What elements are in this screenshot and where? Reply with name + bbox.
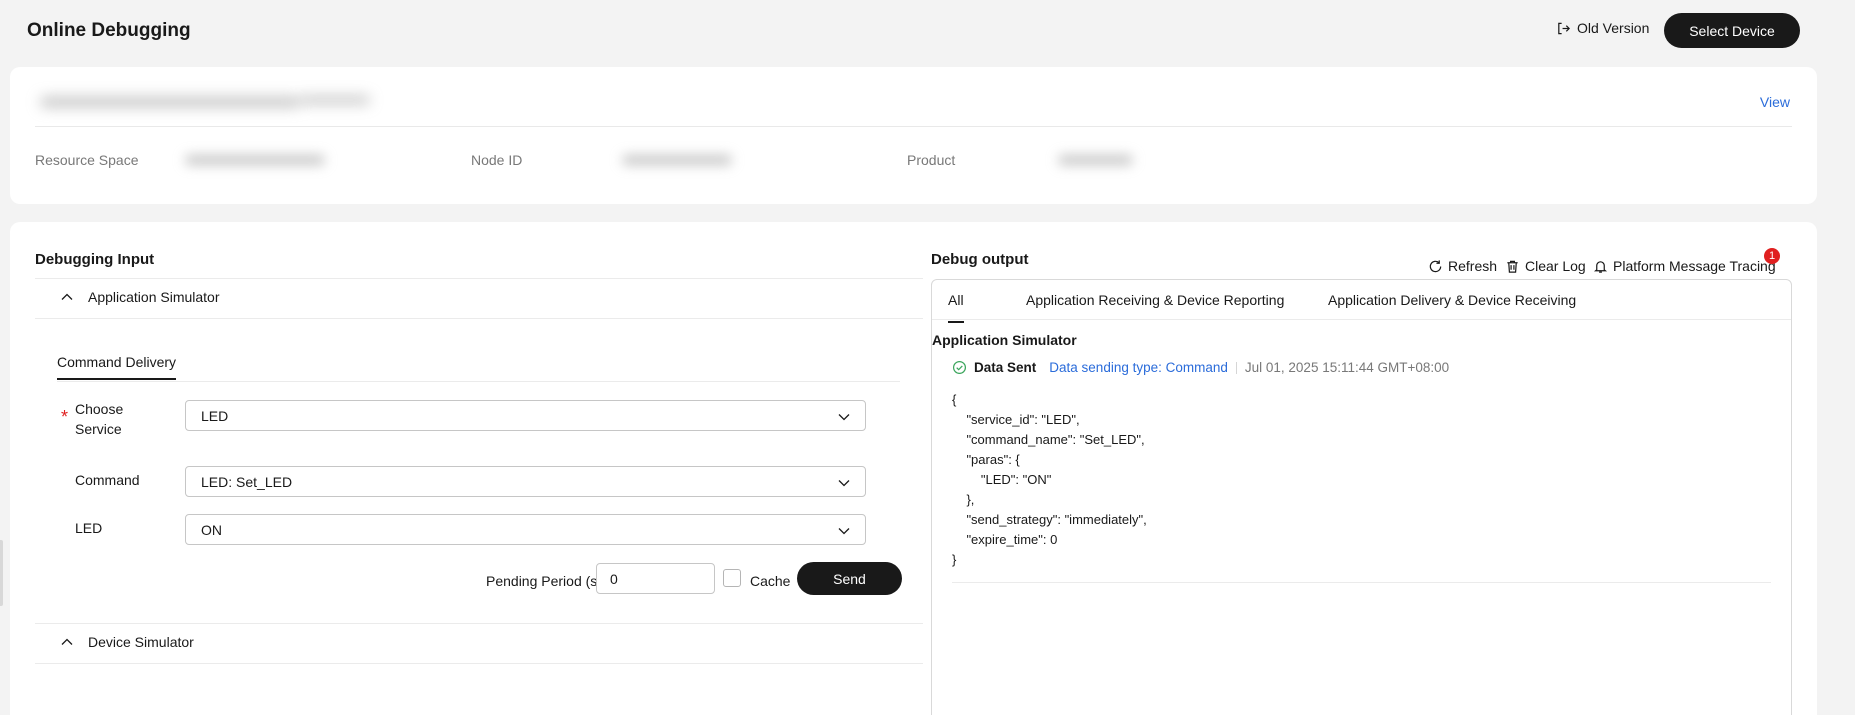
log-json-body: { "service_id": "LED", "command_name": "… bbox=[952, 392, 1147, 567]
debug-card: Debugging Input Application Simulator Co… bbox=[10, 222, 1817, 715]
tab-app-receiving-device-reporting[interactable]: Application Receiving & Device Reporting bbox=[1026, 292, 1284, 308]
platform-message-tracing-button[interactable]: Platform Message Tracing bbox=[1593, 258, 1776, 274]
debug-output-panel: All Application Receiving & Device Repor… bbox=[931, 279, 1792, 715]
cache-label: Cache bbox=[750, 573, 791, 589]
command-value: LED: Set_LED bbox=[201, 473, 293, 490]
choose-service-label-line2: Service bbox=[75, 421, 122, 437]
refresh-label: Refresh bbox=[1448, 258, 1498, 274]
choose-service-value: LED bbox=[201, 407, 229, 424]
divider bbox=[35, 623, 923, 624]
tab-app-delivery-device-receiving[interactable]: Application Delivery & Device Receiving bbox=[1328, 292, 1576, 308]
application-simulator-toggle[interactable]: Application Simulator bbox=[60, 289, 220, 305]
chevron-up-icon bbox=[61, 638, 73, 645]
page-header: Online Debugging Old Version Select Devi… bbox=[0, 0, 1855, 62]
divider bbox=[35, 663, 923, 664]
chevron-down-icon bbox=[838, 414, 850, 421]
clear-log-label: Clear Log bbox=[1525, 258, 1586, 274]
old-version-link[interactable]: Old Version bbox=[1556, 20, 1649, 36]
application-simulator-label: Application Simulator bbox=[88, 289, 220, 305]
trash-icon bbox=[1507, 260, 1518, 273]
page-title: Online Debugging bbox=[27, 20, 191, 41]
resource-space-value-redacted bbox=[185, 150, 325, 170]
led-select[interactable]: ON bbox=[185, 514, 866, 545]
divider bbox=[35, 318, 923, 319]
log-status: Data Sent bbox=[974, 360, 1037, 375]
choose-service-select[interactable]: LED bbox=[185, 400, 866, 431]
choose-service-label: Choose Service bbox=[75, 399, 123, 439]
led-label: LED bbox=[75, 520, 103, 536]
divider bbox=[35, 126, 1792, 127]
tab-command-delivery[interactable]: Command Delivery bbox=[57, 354, 177, 380]
required-asterisk: * bbox=[61, 407, 69, 427]
node-id-label: Node ID bbox=[471, 152, 523, 168]
pending-period-label: Pending Period (s) bbox=[486, 573, 602, 589]
cache-checkbox[interactable] bbox=[723, 569, 741, 587]
notification-badge: 1 bbox=[1764, 248, 1780, 264]
divider bbox=[35, 278, 923, 279]
log-timestamp: Jul 01, 2025 15:11:44 GMT+08:00 bbox=[1244, 360, 1450, 375]
node-id-value-redacted bbox=[622, 150, 732, 170]
send-button[interactable]: Send bbox=[797, 562, 902, 595]
chevron-down-icon bbox=[838, 528, 850, 535]
device-info-card: View Resource Space Node ID Product bbox=[10, 67, 1817, 204]
command-label: Command bbox=[75, 472, 140, 488]
resource-space-label: Resource Space bbox=[35, 152, 139, 168]
view-link[interactable]: View bbox=[1760, 94, 1790, 110]
debug-output-title: Debug output bbox=[931, 251, 1029, 268]
select-device-button[interactable]: Select Device bbox=[1664, 13, 1800, 48]
led-value: ON bbox=[201, 521, 222, 538]
scroll-edge-handle[interactable] bbox=[0, 540, 3, 606]
choose-service-label-line1: Choose bbox=[75, 401, 124, 417]
bell-icon bbox=[1593, 260, 1608, 273]
debugging-input-title: Debugging Input bbox=[35, 251, 155, 268]
log-entry-header: Data Sent Data sending type: Command Jul… bbox=[952, 360, 1449, 375]
product-label: Product bbox=[907, 152, 956, 168]
old-version-label: Old Version bbox=[1577, 20, 1650, 36]
device-simulator-toggle[interactable]: Device Simulator bbox=[60, 634, 194, 650]
command-select[interactable]: LED: Set_LED bbox=[185, 466, 866, 497]
refresh-button[interactable]: Refresh bbox=[1428, 258, 1497, 274]
divider bbox=[57, 381, 900, 382]
divider bbox=[932, 319, 1791, 320]
device-name-redacted bbox=[35, 87, 385, 117]
platform-message-tracing-label: Platform Message Tracing bbox=[1613, 258, 1776, 274]
log-section-title: Application Simulator bbox=[932, 332, 1077, 348]
divider bbox=[952, 582, 1771, 583]
chevron-down-icon bbox=[838, 480, 850, 487]
sign-out-icon bbox=[1558, 22, 1570, 34]
log-type-link[interactable]: Data sending type: Command bbox=[1049, 360, 1228, 375]
separator bbox=[1235, 361, 1237, 374]
pending-period-input[interactable] bbox=[596, 563, 715, 594]
product-value-redacted bbox=[1058, 150, 1133, 170]
clear-log-button[interactable]: Clear Log bbox=[1505, 258, 1586, 274]
check-circle-icon bbox=[952, 360, 967, 375]
refresh-icon bbox=[1429, 259, 1442, 272]
chevron-up-icon bbox=[61, 293, 73, 300]
device-simulator-label: Device Simulator bbox=[88, 634, 194, 650]
